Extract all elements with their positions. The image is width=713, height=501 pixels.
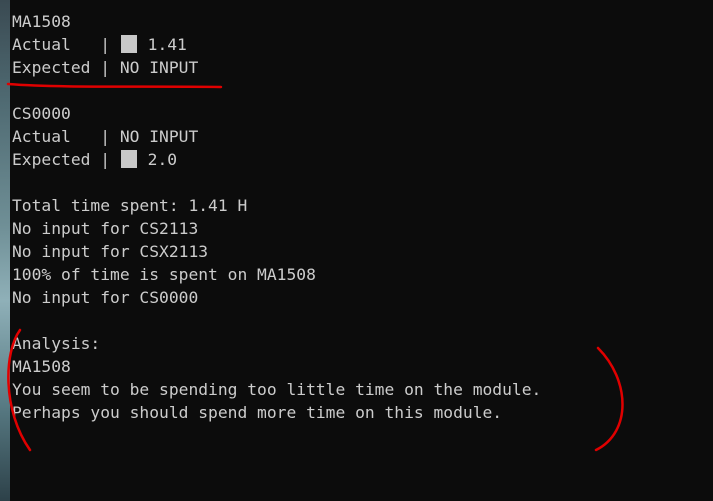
actual-value: 1.41 bbox=[147, 35, 187, 54]
desktop-wallpaper-edge bbox=[0, 0, 10, 501]
analysis-line: You seem to be spending too little time … bbox=[12, 380, 542, 399]
actual-label: Actual | bbox=[12, 127, 120, 146]
expected-row: Expected | 2.0 bbox=[12, 148, 713, 171]
summary-line: No input for CS0000 bbox=[12, 288, 199, 307]
summary-line: 100% of time is spent on MA1508 bbox=[12, 265, 316, 284]
block-char-icon bbox=[120, 150, 137, 168]
actual-value: NO INPUT bbox=[119, 127, 199, 146]
expected-value: 2.0 bbox=[147, 150, 178, 169]
actual-row: Actual | NO INPUT bbox=[12, 125, 713, 148]
block-char-icon bbox=[120, 35, 137, 53]
analysis-line: Perhaps you should spend more time on th… bbox=[12, 403, 503, 422]
module-code: MA1508 bbox=[12, 12, 71, 31]
summary-total: Total time spent: 1.41 H bbox=[12, 196, 248, 215]
expected-label: Expected | bbox=[12, 150, 120, 169]
actual-label: Actual | bbox=[12, 35, 120, 54]
analysis-heading: Analysis: bbox=[12, 334, 101, 353]
console-output: MA1508 Actual | 1.41 Expected | NO INPUT… bbox=[12, 10, 713, 501]
summary-line: No input for CS2113 bbox=[12, 219, 199, 238]
actual-row: Actual | 1.41 bbox=[12, 33, 713, 56]
analysis-module: MA1508 bbox=[12, 357, 71, 376]
module-code: CS0000 bbox=[12, 104, 71, 123]
expected-value: NO INPUT bbox=[119, 58, 199, 77]
expected-label: Expected | bbox=[12, 58, 120, 77]
summary-line: No input for CSX2113 bbox=[12, 242, 209, 261]
expected-row: Expected | NO INPUT bbox=[12, 56, 713, 79]
